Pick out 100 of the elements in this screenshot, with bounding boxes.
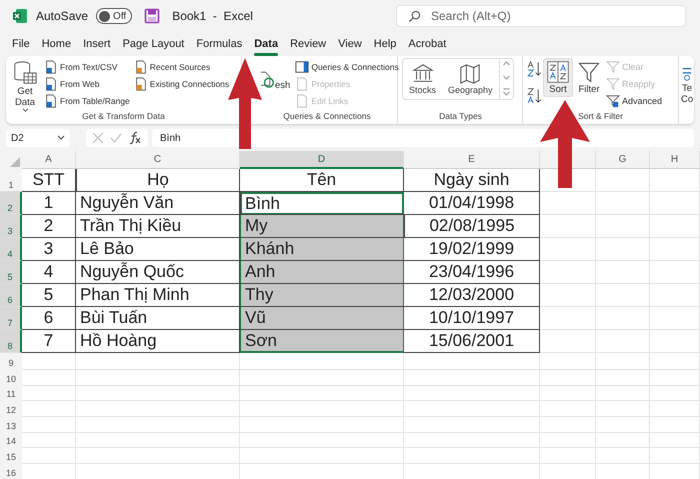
ribbon-button[interactable]: esh — [260, 58, 292, 92]
autosave-label: AutoSave — [36, 9, 88, 23]
ribbon-button[interactable]: From Table/Range — [43, 92, 131, 109]
table-cell: STT — [22, 169, 76, 192]
row-header[interactable]: 2 — [0, 192, 22, 215]
table-cell: Ngày sinh — [404, 169, 540, 192]
column-header[interactable]: E — [404, 151, 540, 169]
name-box[interactable]: D2 — [6, 129, 70, 147]
ribbon-button[interactable]: Sort — [543, 58, 573, 97]
table-cell: Anh — [240, 261, 404, 284]
ribbon-tab[interactable]: Data — [248, 32, 284, 56]
row-header[interactable]: 5 — [0, 261, 22, 284]
document-icon — [295, 94, 310, 108]
table-cell: 23/04/1996 — [404, 261, 540, 284]
empty-cell — [650, 400, 700, 418]
row-header[interactable]: 9 — [0, 353, 22, 370]
empty-cell — [650, 330, 700, 353]
sort-icon — [546, 60, 570, 84]
empty-cell — [650, 368, 700, 386]
ribbon-tab[interactable]: Review — [284, 32, 332, 56]
gallery-scroll-icon[interactable] — [498, 59, 513, 99]
document-icon — [44, 76, 58, 90]
document-icon — [134, 76, 148, 90]
row-header[interactable]: 8 — [0, 330, 22, 353]
empty-cell — [596, 192, 650, 215]
table-cell: 01/04/1998 — [404, 192, 540, 215]
row-header[interactable]: 11 — [0, 384, 22, 402]
empty-cell — [540, 353, 596, 370]
empty-cell — [596, 238, 650, 261]
ribbon-tab[interactable]: File — [6, 32, 36, 56]
ribbon-button[interactable]: Te Co — [680, 58, 694, 108]
ribbon-tab[interactable]: Home — [36, 32, 78, 56]
empty-cell — [540, 307, 596, 330]
ribbon-button[interactable]: Queries & Connections — [294, 58, 400, 75]
ribbon-button[interactable]: Recent Sources — [132, 58, 230, 75]
column-header[interactable]: A — [22, 151, 76, 169]
sort-descending-icon[interactable] — [526, 86, 542, 105]
search-field[interactable]: Search (Alt+Q) — [396, 5, 686, 27]
empty-cell — [540, 400, 596, 418]
column-header[interactable]: G — [596, 151, 650, 169]
ribbon-tab[interactable]: View — [332, 32, 368, 56]
ribbon-tab[interactable]: Page Layout — [116, 32, 190, 56]
table-cell: 10/10/1997 — [404, 307, 540, 330]
empty-cell — [540, 384, 596, 402]
check-icon[interactable] — [110, 132, 122, 144]
empty-cell — [540, 330, 596, 353]
empty-cell — [540, 215, 596, 238]
empty-cell — [650, 353, 700, 370]
document-icon — [44, 60, 58, 74]
table-cell: 19/02/1999 — [404, 238, 540, 261]
data-type-button[interactable]: Geography — [442, 63, 499, 95]
ribbon-button[interactable]: Filter — [574, 58, 604, 97]
empty-cell — [596, 307, 650, 330]
ribbon-button[interactable]: From Text/CSV — [43, 58, 131, 75]
table-cell: Bình — [240, 192, 404, 215]
ribbon-tab[interactable]: Help — [368, 32, 402, 56]
row-header[interactable]: 4 — [0, 238, 22, 261]
empty-cell — [596, 353, 650, 370]
empty-cell — [650, 431, 700, 448]
row-header[interactable]: 16 — [0, 462, 22, 479]
ribbon-button[interactable]: Existing Connections — [132, 75, 230, 92]
empty-cell — [596, 447, 650, 464]
column-header[interactable]: H — [650, 151, 700, 169]
row-header[interactable]: 14 — [0, 431, 22, 448]
row-header[interactable]: 12 — [0, 400, 22, 418]
empty-cell — [596, 431, 650, 448]
autosave-toggle[interactable]: Off — [96, 8, 132, 24]
empty-cell — [540, 261, 596, 284]
data-type-button[interactable]: Stocks — [403, 63, 442, 95]
group-label: Data Types — [438, 111, 483, 123]
panel-icon — [295, 60, 310, 74]
row-header[interactable]: 7 — [0, 307, 22, 330]
ribbon-tab[interactable]: Acrobat — [402, 32, 452, 56]
ribbon-button[interactable]: Get Data — [9, 58, 41, 115]
sort-ascending-icon[interactable] — [526, 60, 542, 78]
empty-cell — [540, 238, 596, 261]
ribbon-button[interactable]: From Web — [43, 75, 131, 92]
function-icon[interactable] — [128, 131, 142, 145]
row-header[interactable]: 6 — [0, 284, 22, 307]
document-icon — [295, 76, 310, 90]
ribbon-tab[interactable]: Insert — [77, 32, 117, 56]
empty-cell — [650, 169, 700, 192]
row-header[interactable]: 15 — [0, 447, 22, 464]
document-icon — [134, 60, 148, 74]
row-header[interactable]: 3 — [0, 215, 22, 238]
empty-cell — [650, 447, 700, 464]
funnel-icon — [606, 76, 620, 90]
empty-cell — [540, 192, 596, 215]
empty-cell — [596, 368, 650, 386]
column-header[interactable]: C — [76, 151, 240, 169]
save-icon[interactable] — [144, 8, 160, 24]
ribbon-button[interactable]: Advanced — [605, 92, 664, 109]
column-header[interactable]: D — [240, 151, 404, 169]
funnel-icon — [606, 60, 620, 74]
ribbon-tab[interactable]: Formulas — [190, 32, 248, 56]
table-cell: My — [240, 215, 404, 238]
empty-cell — [650, 261, 700, 284]
row-header[interactable]: 1 — [0, 169, 22, 192]
formula-field[interactable]: Bình — [152, 129, 694, 147]
empty-cell — [650, 192, 700, 215]
